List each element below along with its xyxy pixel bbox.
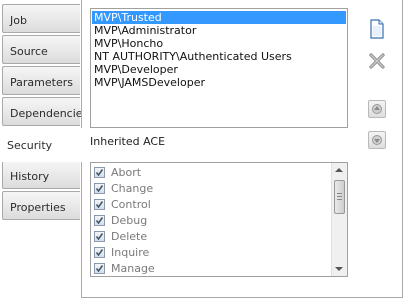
move-up-button[interactable] — [368, 100, 386, 118]
permission-label: Delete — [111, 229, 148, 243]
tab-source[interactable]: Source — [2, 35, 80, 64]
add-ace-button[interactable] — [366, 18, 388, 40]
permission-label: Manage — [111, 261, 155, 275]
tab-label: Security — [7, 139, 53, 152]
permission-item[interactable]: Change — [94, 181, 153, 195]
ace-list-item[interactable]: MVP\JAMSDeveloper — [92, 76, 346, 89]
tab-label: Source — [10, 45, 48, 58]
checkbox[interactable] — [94, 262, 105, 274]
checkmark-icon — [95, 232, 104, 240]
tab-label: History — [10, 170, 50, 183]
permission-item[interactable]: Abort — [94, 165, 141, 179]
move-down-button[interactable] — [368, 131, 386, 149]
ace-list-item[interactable]: MVP\Developer — [92, 63, 346, 76]
checkmark-icon — [95, 184, 104, 192]
checkmark-icon — [95, 216, 104, 224]
delete-ace-button[interactable] — [366, 50, 388, 72]
permission-label: Debug — [111, 213, 148, 227]
permission-item[interactable]: Inquire — [94, 245, 149, 259]
ace-list-item[interactable]: MVP\Trusted — [92, 11, 346, 24]
permission-item[interactable]: Debug — [94, 213, 147, 227]
checkmark-icon — [95, 248, 104, 256]
ace-list-item[interactable]: NT AUTHORITY\Authenticated Users — [92, 50, 346, 63]
ace-list-item[interactable]: MVP\Administrator — [92, 24, 346, 37]
checkbox[interactable] — [94, 182, 105, 194]
tab-security[interactable]: Security — [0, 128, 83, 162]
tab-history[interactable]: History — [2, 160, 80, 189]
checkbox[interactable] — [94, 230, 105, 242]
move-up-icon — [372, 104, 382, 114]
move-down-icon — [372, 135, 382, 145]
scroll-up-arrow-icon[interactable] — [335, 168, 343, 172]
inherited-ace-label: Inherited ACE — [90, 135, 166, 148]
checkbox[interactable] — [94, 166, 105, 178]
checkbox[interactable] — [94, 198, 105, 210]
tab-parameters[interactable]: Parameters — [2, 66, 80, 95]
permission-label: Change — [111, 181, 154, 195]
checkbox[interactable] — [94, 214, 105, 226]
tab-label: Properties — [10, 201, 66, 214]
checkbox[interactable] — [94, 246, 105, 258]
tab-strip: Job Source Parameters Dependencies Secur… — [0, 0, 88, 306]
tab-label: Dependencies — [10, 107, 89, 120]
grip-line — [337, 199, 342, 200]
scroll-down-arrow-icon[interactable] — [335, 267, 343, 271]
tab-job[interactable]: Job — [2, 4, 80, 33]
checkmark-icon — [95, 264, 104, 272]
ace-list[interactable]: MVP\Trusted MVP\Administrator MVP\Honcho… — [90, 8, 348, 128]
ace-list-item[interactable]: MVP\Honcho — [92, 37, 346, 50]
new-document-icon — [370, 19, 384, 39]
permission-label: Inquire — [111, 245, 150, 259]
checkmark-icon — [95, 200, 104, 208]
permission-item[interactable]: Control — [94, 197, 151, 211]
permission-item[interactable]: Manage — [94, 261, 155, 275]
permission-label: Abort — [111, 165, 142, 179]
permission-label: Control — [111, 197, 151, 211]
permissions-scrollbar[interactable] — [331, 163, 347, 276]
delete-x-icon — [369, 53, 385, 69]
tab-label: Parameters — [10, 76, 73, 89]
tab-dependencies[interactable]: Dependencies — [2, 97, 88, 126]
permissions-list[interactable]: Abort Change Control Debug Delete Inquir… — [90, 162, 348, 277]
tab-label: Job — [10, 14, 27, 27]
permission-item[interactable]: Delete — [94, 229, 147, 243]
checkmark-icon — [95, 168, 104, 176]
scroll-thumb[interactable] — [334, 180, 345, 214]
tab-properties[interactable]: Properties — [2, 191, 80, 220]
grip-line — [337, 196, 342, 197]
grip-line — [337, 193, 342, 194]
